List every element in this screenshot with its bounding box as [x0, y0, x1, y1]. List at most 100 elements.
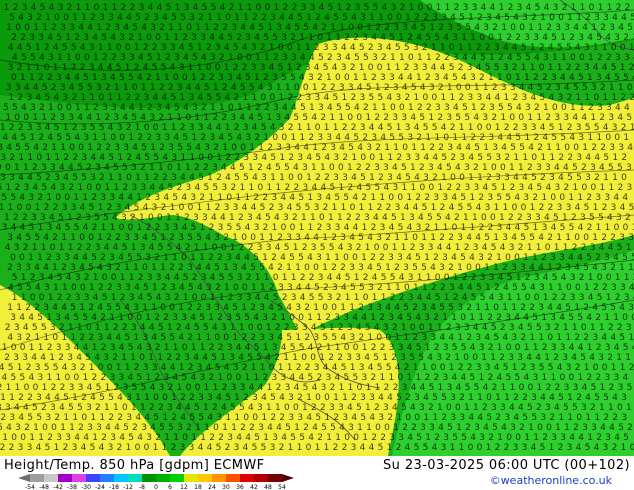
texture-glyph: 3 [355, 3, 361, 13]
texture-glyph: 3 [295, 303, 301, 313]
texture-glyph: 5 [422, 203, 428, 213]
texture-glyph: 1 [2, 343, 8, 353]
texture-glyph: 1 [365, 113, 371, 123]
texture-glyph: 3 [376, 303, 382, 313]
texture-glyph: 1 [57, 53, 63, 63]
texture-glyph: 1 [392, 243, 398, 253]
texture-glyph: 1 [65, 33, 71, 43]
texture-glyph: 2 [117, 443, 123, 453]
texture-glyph: 2 [169, 233, 175, 243]
texture-glyph: 4 [225, 173, 231, 183]
texture-glyph: 3 [367, 303, 373, 313]
texture-glyph: 1 [524, 343, 530, 353]
texture-glyph: 4 [563, 163, 569, 173]
texture-glyph: 4 [151, 333, 157, 343]
texture-glyph: 4 [18, 173, 24, 183]
texture-glyph: 5 [623, 73, 629, 83]
texture-glyph: 5 [378, 93, 384, 103]
texture-glyph: 5 [594, 123, 600, 133]
texture-glyph: 2 [435, 53, 441, 63]
texture-glyph: 3 [83, 33, 89, 43]
texture-glyph: 4 [128, 373, 134, 383]
texture-glyph: 0 [435, 273, 441, 283]
valid-time: Su 23-03-2025 06:00 UTC (00+102) [383, 458, 630, 473]
texture-glyph: 0 [84, 53, 90, 63]
texture-glyph: 2 [548, 203, 554, 213]
texture-glyph: 1 [84, 103, 90, 113]
texture-glyph: 1 [422, 283, 428, 293]
texture-glyph: 5 [183, 273, 189, 283]
texture-glyph: 3 [545, 163, 551, 173]
texture-glyph: 5 [464, 113, 470, 123]
texture-glyph: 5 [186, 143, 192, 153]
texture-glyph: 3 [519, 183, 525, 193]
texture-glyph: 2 [433, 313, 439, 323]
texture-glyph: 4 [423, 153, 429, 163]
texture-glyph: 5 [108, 393, 114, 403]
texture-glyph: 1 [441, 93, 447, 103]
credit-link[interactable]: ©weatheronline.co.uk [490, 474, 612, 487]
texture-glyph: 5 [308, 373, 314, 383]
texture-glyph: 1 [585, 413, 591, 423]
texture-glyph: 0 [560, 373, 566, 383]
texture-glyph: 5 [594, 393, 600, 403]
texture-glyph: 1 [484, 263, 490, 273]
texture-glyph: 0 [414, 413, 420, 423]
texture-glyph: 2 [69, 183, 75, 193]
texture-glyph: 2 [320, 113, 326, 123]
texture-glyph: 1 [9, 393, 15, 403]
texture-glyph: 1 [429, 23, 435, 33]
texture-glyph: 4 [47, 33, 53, 43]
texture-glyph: 0 [630, 443, 634, 453]
texture-glyph: 3 [555, 183, 561, 193]
texture-glyph: 1 [558, 123, 564, 133]
texture-glyph: 2 [39, 103, 45, 113]
texture-glyph: 3 [435, 103, 441, 113]
texture-glyph: 3 [205, 303, 211, 313]
texture-glyph: 2 [264, 103, 270, 113]
texture-glyph: 2 [288, 93, 294, 103]
texture-glyph: 4 [530, 283, 536, 293]
texture-glyph: 4 [503, 283, 509, 293]
texture-glyph: 5 [257, 113, 263, 123]
texture-glyph: 4 [420, 83, 426, 93]
texture-glyph: 1 [150, 83, 156, 93]
texture-glyph: 1 [533, 433, 539, 443]
texture-glyph: 3 [147, 273, 153, 283]
texture-glyph: 5 [549, 123, 555, 133]
texture-glyph: 0 [466, 263, 472, 273]
texture-glyph: 5 [290, 433, 296, 443]
texture-glyph: 5 [520, 233, 526, 243]
texture-glyph: 0 [44, 63, 50, 73]
texture-glyph: 2 [51, 83, 57, 93]
texture-glyph: 1 [431, 203, 437, 213]
texture-glyph: 1 [63, 413, 69, 423]
texture-glyph: 1 [168, 23, 174, 33]
texture-glyph: 5 [449, 63, 455, 73]
texture-glyph: 1 [510, 383, 516, 393]
texture-glyph: 0 [42, 423, 48, 433]
texture-glyph: 4 [161, 363, 167, 373]
texture-glyph: 4 [389, 223, 395, 233]
texture-glyph: 5 [342, 13, 348, 23]
texture-glyph: 5 [434, 33, 440, 43]
texture-glyph: 0 [390, 103, 396, 113]
texture-glyph: 1 [204, 23, 210, 33]
texture-glyph: 3 [110, 343, 116, 353]
texture-glyph: 5 [24, 143, 30, 153]
texture-glyph: 3 [609, 143, 615, 153]
texture-glyph: 0 [81, 413, 87, 423]
texture-glyph: 1 [243, 93, 249, 103]
texture-glyph: 2 [480, 103, 486, 113]
texture-glyph: 2 [99, 173, 105, 183]
texture-glyph: 3 [615, 53, 621, 63]
texture-glyph: 2 [81, 393, 87, 403]
texture-glyph: 3 [315, 93, 321, 103]
texture-glyph: 0 [583, 233, 589, 243]
texture-glyph: 1 [114, 183, 120, 193]
texture-glyph: 1 [238, 3, 244, 13]
texture-glyph: 5 [333, 13, 339, 23]
texture-glyph: 4 [312, 383, 318, 393]
texture-glyph: 2 [487, 253, 493, 263]
texture-glyph: 4 [483, 183, 489, 193]
